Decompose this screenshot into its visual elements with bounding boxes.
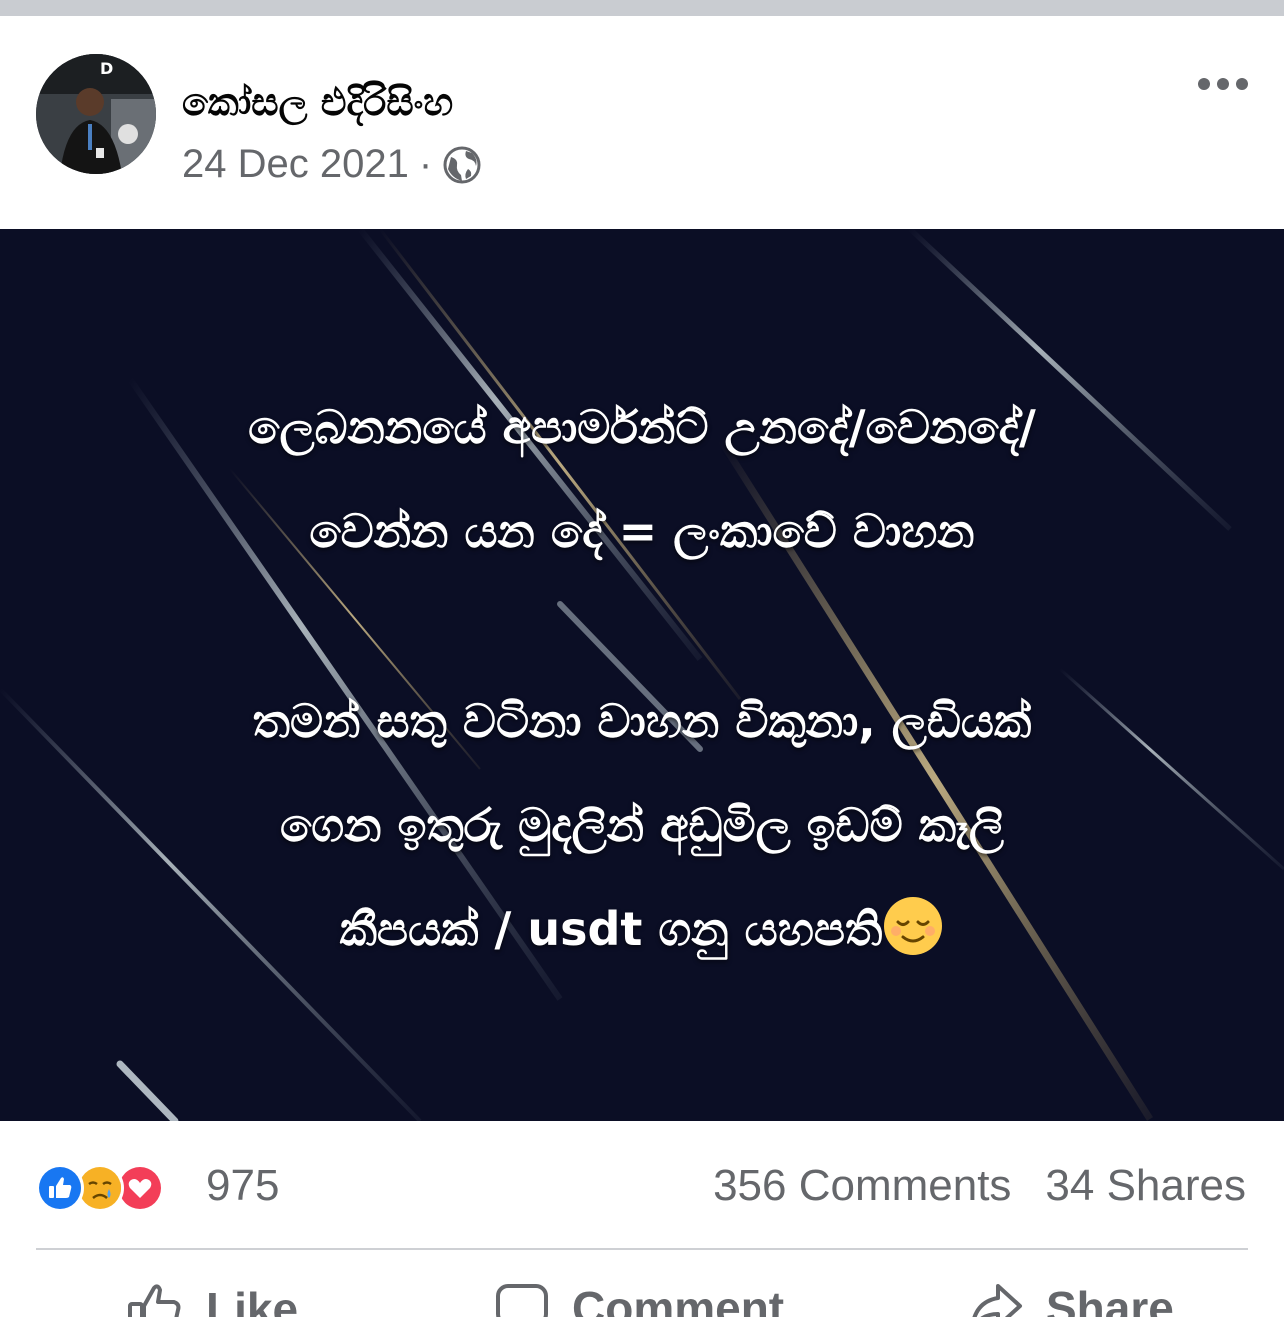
like-button[interactable]: Like	[126, 1280, 298, 1317]
globe-icon	[442, 145, 482, 185]
share-label: Share	[1046, 1282, 1174, 1317]
share-arrow-icon	[972, 1284, 1022, 1317]
thumbs-up-icon	[128, 1284, 181, 1317]
more-dot-icon	[1198, 78, 1210, 90]
comments-count[interactable]: 356 Comments	[713, 1161, 1011, 1211]
comment-bubble-icon	[496, 1284, 548, 1317]
post-actions: Like Comment Share	[0, 1250, 1284, 1317]
meta-separator: ·	[418, 142, 433, 186]
relieved-face-icon	[882, 889, 944, 955]
like-label: Like	[206, 1283, 299, 1317]
image-text-line: කීපයක් / usdt ගනු යහපති	[339, 902, 883, 956]
more-dot-icon	[1217, 78, 1229, 90]
post-date[interactable]: 24 Dec 2021	[182, 142, 409, 187]
image-text-line: වෙන්න යන දේ = ලංකාවේ වාහන	[309, 504, 975, 558]
post-meta: 24 Dec 2021 ·	[182, 142, 482, 187]
engagement-counts: 356 Comments 34 Shares	[713, 1161, 1246, 1211]
shares-count[interactable]: 34 Shares	[1045, 1161, 1246, 1211]
author-avatar[interactable]: D	[36, 54, 156, 174]
share-button[interactable]: Share	[968, 1280, 1174, 1317]
post-image[interactable]: ලෙබනනයේ අපාර්මන්ට් උනදේ/වෙනදේ/ වෙන්න යන …	[0, 229, 1284, 1121]
image-text-line: ලෙබනනයේ අපාර්මන්ට් උනදේ/වෙනදේ/	[248, 400, 1036, 454]
comment-label: Comment	[572, 1282, 785, 1317]
post-header: D කෝසල එදිරිසිංහ 24 Dec 2021 ·	[0, 16, 1284, 229]
image-text-line-last: කීපයක් / usdt ගනු යහපති	[0, 877, 1284, 981]
reaction-count[interactable]: 975	[206, 1161, 279, 1211]
image-text-line: තමන් සතු වටිනා වාහන විකුනා, ලඩියක්	[252, 694, 1032, 748]
avatar-photo: D	[36, 54, 156, 174]
top-strip	[0, 0, 1284, 16]
more-dot-icon	[1236, 78, 1248, 90]
more-options-button[interactable]	[1198, 74, 1248, 94]
image-text-line: ගෙන ඉතුරු මුදලින් අඩුමිල ඉඩම් කෑලි	[279, 798, 1005, 852]
author-name[interactable]: කෝසල එදිරිසිංහ	[182, 80, 453, 125]
reaction-icons[interactable]	[36, 1164, 164, 1212]
comment-button[interactable]: Comment	[494, 1280, 784, 1317]
avatar-badge: D	[100, 59, 113, 78]
post-image-text: ලෙබනනයේ අපාර්මන්ට් උනදේ/වෙනදේ/ වෙන්න යන …	[0, 229, 1284, 1121]
post-stats: 975 356 Comments 34 Shares	[0, 1121, 1284, 1249]
like-icon	[36, 1164, 84, 1212]
